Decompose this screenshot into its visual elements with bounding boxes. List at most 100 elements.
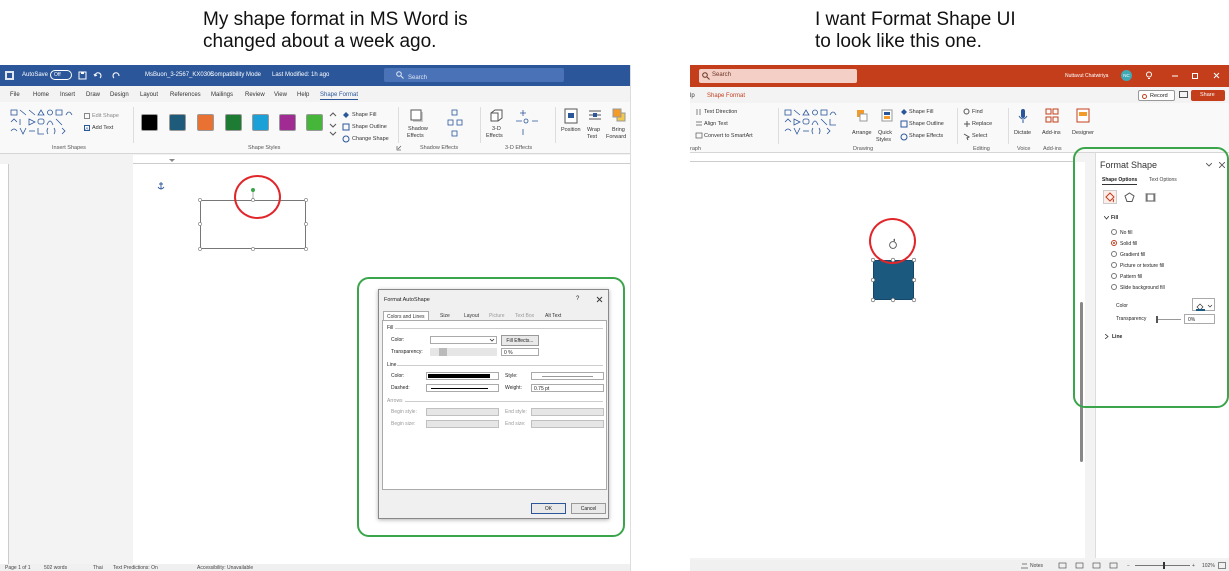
status-language[interactable]: Thai [93, 565, 103, 571]
fit-slide-icon[interactable] [1218, 562, 1226, 569]
shadow-effects-label-1[interactable]: Shadow [408, 126, 428, 132]
gallery-scroll-icon[interactable] [329, 112, 337, 136]
restore-icon[interactable] [1192, 72, 1199, 79]
tab-draw[interactable]: Draw [86, 92, 100, 98]
zoom-slider-thumb[interactable] [1163, 562, 1165, 569]
tab-review[interactable]: Review [245, 92, 265, 98]
shape-style-swatch-light-blue[interactable] [252, 114, 269, 131]
shape-fill-button[interactable]: Shape Fill [352, 112, 376, 118]
find-button[interactable]: Find [972, 109, 983, 115]
tab-mailings[interactable]: Mailings [211, 92, 233, 98]
close-icon[interactable] [1213, 72, 1220, 79]
shape-style-swatch-orange[interactable] [197, 114, 214, 131]
status-predictions[interactable]: Text Predictions: On [113, 565, 158, 571]
word-search-box[interactable]: Search [384, 68, 564, 82]
shape-style-swatch-dark-blue[interactable] [169, 114, 186, 131]
dictate-button[interactable]: Dictate [1014, 130, 1031, 136]
record-button[interactable]: Record [1138, 90, 1175, 101]
shapes-gallery-icon[interactable] [10, 109, 78, 141]
quick-styles-icon[interactable] [881, 109, 893, 123]
notes-button[interactable]: Notes [1030, 563, 1043, 569]
user-avatar[interactable]: NC [1121, 70, 1132, 81]
bring-forward-label-1[interactable]: Bring [612, 127, 625, 133]
ppt-search-box[interactable]: Search [699, 69, 857, 83]
add-text-button[interactable]: Add Text [92, 125, 113, 131]
3d-effects-label-1[interactable]: 3-D [492, 126, 501, 132]
user-name[interactable]: Nuttavut Chatwiriya [1065, 73, 1108, 79]
bring-forward-icon[interactable] [612, 108, 626, 124]
minimize-icon[interactable] [1172, 75, 1178, 77]
tab-shape-format[interactable]: Shape Format [320, 92, 359, 100]
shape-style-swatch-green[interactable] [225, 114, 242, 131]
select-button[interactable]: Select [972, 133, 987, 139]
tab-help[interactable]: Help [297, 92, 309, 98]
status-page[interactable]: Page 1 of 1 [5, 565, 31, 571]
zoom-out-button[interactable]: − [1127, 563, 1130, 569]
tab-design[interactable]: Design [110, 92, 129, 98]
tab-view[interactable]: View [274, 92, 287, 98]
3d-effects-label-2[interactable]: Effects [486, 133, 503, 139]
arrange-button[interactable]: Arrange [852, 130, 872, 136]
paragraph-icons[interactable] [695, 108, 703, 140]
comment-icon[interactable] [1179, 91, 1188, 100]
wrap-text-label-1[interactable]: Wrap [587, 127, 600, 133]
edit-shape-icon[interactable] [84, 113, 90, 119]
add-text-icon[interactable]: A [84, 125, 90, 131]
ppt-shapes-gallery-icon[interactable] [784, 109, 848, 141]
wrap-text-icon[interactable] [588, 108, 602, 124]
ppt-horizontal-ruler[interactable] [690, 153, 1075, 165]
add-ins-button[interactable]: Add-ins [1042, 130, 1061, 136]
3d-effects-icon[interactable] [489, 109, 503, 123]
view-buttons-icon[interactable] [1058, 562, 1118, 569]
dialog-launcher-icon[interactable] [396, 145, 402, 151]
last-modified[interactable]: Last Modified: 1h ago [272, 72, 329, 78]
tab-insert[interactable]: Insert [60, 92, 75, 98]
shadow-effects-label-2[interactable]: Effects [407, 133, 424, 139]
position-icon[interactable] [564, 108, 578, 124]
add-ins-icon[interactable] [1045, 108, 1059, 124]
autosave-toggle[interactable]: Off [50, 70, 72, 80]
position-button[interactable]: Position [561, 127, 581, 133]
shadow-nudge-icon[interactable] [447, 109, 463, 139]
shape-style-swatch-black[interactable] [141, 114, 158, 131]
undo-icon[interactable] [93, 71, 107, 80]
designer-icon[interactable] [1076, 108, 1090, 124]
convert-smartart-button[interactable]: Convert to SmartArt [704, 133, 753, 139]
align-text-button[interactable]: Align Text [704, 121, 728, 127]
shape-style-swatch-lime[interactable] [306, 114, 323, 131]
ppt-shape-effects-button[interactable]: Shape Effects [909, 133, 943, 139]
quick-styles-label-1[interactable]: Quick [878, 130, 892, 136]
arrange-icon[interactable] [856, 109, 868, 123]
shape-outline-button[interactable]: Shape Outline [352, 124, 387, 130]
tab-home[interactable]: Home [33, 92, 49, 98]
wrap-text-label-2[interactable]: Text [587, 134, 597, 140]
word-horizontal-ruler[interactable] [133, 155, 630, 167]
tab-references[interactable]: References [170, 92, 201, 98]
3d-tilt-icon[interactable] [514, 109, 540, 139]
bring-forward-label-2[interactable]: Forward [606, 134, 626, 140]
zoom-in-button[interactable]: + [1192, 563, 1195, 569]
microphone-icon[interactable] [1018, 108, 1028, 124]
shadow-effects-icon[interactable] [410, 109, 424, 123]
word-vertical-ruler[interactable] [0, 164, 9, 564]
status-accessibility[interactable]: Accessibility: Unavailable [197, 565, 253, 571]
save-icon[interactable] [78, 71, 87, 80]
share-button[interactable]: Share [1191, 90, 1225, 101]
lightbulb-icon[interactable] [1145, 71, 1153, 80]
change-shape-icon[interactable] [342, 135, 350, 143]
tab-file[interactable]: File [10, 92, 20, 98]
ppt-shape-outline-button[interactable]: Shape Outline [909, 121, 944, 127]
editing-icons[interactable] [963, 108, 971, 142]
quick-styles-label-2[interactable]: Styles [876, 137, 891, 143]
shape-outline-icon[interactable] [342, 123, 350, 131]
change-shape-button[interactable]: Change Shape [352, 136, 389, 142]
tab-help-partial[interactable]: lp [690, 93, 695, 99]
text-direction-button[interactable]: Text Direction [704, 109, 737, 115]
tab-layout[interactable]: Layout [140, 92, 158, 98]
shape-fill-icon[interactable] [342, 111, 350, 119]
shape-format-icons[interactable] [900, 108, 908, 142]
notes-icon[interactable] [1021, 563, 1028, 569]
tab-shape-format[interactable]: Shape Format [707, 93, 745, 99]
status-words[interactable]: 502 words [44, 565, 67, 571]
designer-button[interactable]: Designer [1072, 130, 1094, 136]
